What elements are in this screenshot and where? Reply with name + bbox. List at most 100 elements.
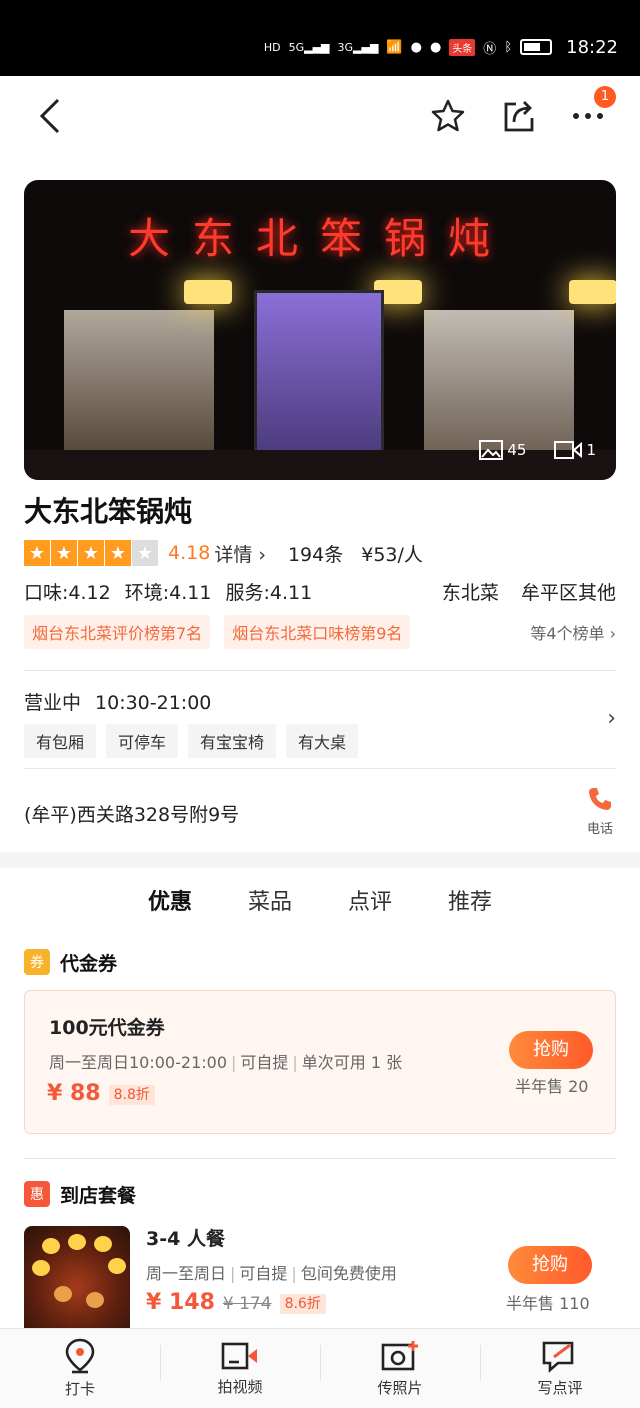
notification-badge: 1 bbox=[594, 86, 616, 108]
rating-score: 4.18 bbox=[168, 542, 211, 564]
photo-count[interactable]: 45 bbox=[479, 440, 526, 460]
media-counts: 45 1 bbox=[479, 440, 596, 460]
write-review-button[interactable]: 写点评 bbox=[480, 1329, 640, 1408]
voucher-section-title: 券 代金券 bbox=[24, 948, 117, 976]
section-separator bbox=[0, 852, 640, 868]
tab-recommend[interactable]: 推荐 bbox=[448, 884, 492, 924]
star-filled-icon: ★ bbox=[105, 540, 131, 566]
rankings-row[interactable]: 烟台东北菜评价榜第7名 烟台东北菜口味榜第9名 等4个榜单 › bbox=[24, 615, 616, 649]
rating-detail-link[interactable]: 详情 › bbox=[214, 540, 266, 567]
share-button[interactable] bbox=[496, 94, 540, 138]
section-title-text: 到店套餐 bbox=[60, 1184, 137, 1207]
add-photo-icon bbox=[381, 1341, 418, 1371]
tab-dishes[interactable]: 菜品 bbox=[248, 884, 292, 924]
tab-deals[interactable]: 优惠 bbox=[147, 884, 192, 924]
phone-icon bbox=[589, 788, 611, 810]
review-count: 194条 bbox=[287, 543, 344, 566]
image-icon bbox=[479, 440, 504, 460]
battery-icon bbox=[520, 39, 553, 55]
business-hours: 营业中 10:30-21:00 bbox=[24, 688, 225, 715]
shop-area: 牟平区其他 bbox=[520, 582, 616, 604]
facility-tag: 有宝宝椅 bbox=[188, 724, 277, 758]
voucher-card[interactable]: 100元代金券 周一至周日10:00-21:00 | 可自提 | 单次可用 1 张 ¥ … bbox=[24, 990, 616, 1134]
divider bbox=[24, 768, 616, 769]
share-icon bbox=[504, 101, 534, 132]
voucher-rules: 周一至周日10:00-21:00 | 可自提 | 单次可用 1 张 bbox=[49, 1053, 403, 1072]
facility-tag: 可停车 bbox=[106, 724, 179, 758]
more-dots-icon bbox=[573, 113, 603, 119]
ranking-tag[interactable]: 烟台东北菜评价榜第7名 bbox=[24, 615, 211, 649]
taste-score: 口味:4.12 bbox=[24, 582, 111, 604]
favorite-button[interactable] bbox=[426, 94, 470, 138]
star-rating: ★ ★ ★ ★ ★ bbox=[24, 540, 158, 566]
back-button[interactable] bbox=[28, 94, 72, 138]
signal-5g-icon: 5G▂▄▆ bbox=[288, 40, 330, 54]
discount-tag: 8.8折 bbox=[108, 1085, 155, 1105]
window-right bbox=[424, 310, 574, 450]
divider bbox=[24, 1158, 616, 1159]
shop-name: 大东北笨锅炖 bbox=[24, 495, 193, 528]
section-title-text: 代金券 bbox=[60, 952, 118, 975]
toutiao-icon: 头条 bbox=[449, 38, 476, 56]
checkin-button[interactable]: 打卡 bbox=[0, 1329, 160, 1408]
combo-rules: 周一至周日 | 可自提 | 包间免费使用 bbox=[146, 1264, 397, 1283]
combo-title[interactable]: 3-4 人餐 bbox=[146, 1224, 225, 1251]
shop-sign: 大东北笨锅炖 bbox=[127, 214, 512, 263]
star-filled-icon: ★ bbox=[51, 540, 77, 566]
video-count[interactable]: 1 bbox=[554, 440, 596, 460]
discount-tag: 8.6折 bbox=[279, 1294, 326, 1314]
shop-address[interactable]: (牟平)西关路328号附9号 bbox=[24, 800, 239, 827]
bottom-bar-label: 传照片 bbox=[377, 1379, 423, 1397]
combo-section-title: 惠 到店套餐 bbox=[24, 1180, 136, 1208]
hours-chevron-icon[interactable]: › bbox=[607, 706, 616, 731]
voucher-title: 100元代金券 bbox=[49, 1017, 165, 1039]
hd-indicator: HD bbox=[263, 40, 281, 54]
back-arrow-icon bbox=[39, 98, 60, 134]
phone-label: 电话 bbox=[586, 822, 613, 837]
star-filled-icon: ★ bbox=[78, 540, 104, 566]
shop-photo[interactable]: 大东北笨锅炖 45 1 bbox=[24, 180, 616, 480]
bottom-bar-label: 写点评 bbox=[537, 1379, 583, 1397]
voucher-buy-button[interactable]: 抢购 bbox=[509, 1031, 593, 1069]
phone-button[interactable]: 电话 bbox=[584, 786, 616, 837]
facility-tags: 有包厢 可停车 有宝宝椅 有大桌 bbox=[24, 724, 359, 758]
rating-row: ★ ★ ★ ★ ★ 4.18 详情 › 194条 ¥53/人 bbox=[24, 538, 423, 568]
star-outline-icon bbox=[431, 99, 465, 132]
facility-tag: 有包厢 bbox=[24, 724, 97, 758]
location-pin-icon bbox=[65, 1338, 95, 1374]
voucher-price: ¥ 88 8.8折 bbox=[47, 1081, 155, 1106]
signal-3g-icon: 3G▂▄▆ bbox=[337, 40, 379, 54]
status-icons: HD 5G▂▄▆ 3G▂▄▆ 📶 ● ● 头条 Ⓝ ᛒ 18:22 bbox=[264, 34, 618, 60]
status-bar: HD 5G▂▄▆ 3G▂▄▆ 📶 ● ● 头条 Ⓝ ᛒ 18:22 bbox=[0, 0, 640, 76]
divider bbox=[24, 670, 616, 671]
nfc-icon: Ⓝ bbox=[483, 41, 497, 57]
original-price: ¥ 174 bbox=[222, 1294, 272, 1314]
lamp bbox=[569, 280, 616, 304]
content-tabs: 优惠 菜品 点评 推荐 bbox=[0, 884, 640, 928]
combo-buy-button[interactable]: 抢购 bbox=[508, 1246, 592, 1284]
ranking-tag[interactable]: 烟台东北菜口味榜第9名 bbox=[224, 615, 411, 649]
nav-bar: 1 bbox=[0, 76, 640, 160]
star-empty-icon: ★ bbox=[132, 540, 158, 566]
video-icon bbox=[554, 441, 583, 459]
voucher-badge-icon: 券 bbox=[24, 949, 50, 975]
rankings-more-link[interactable]: 等4个榜单 › bbox=[530, 620, 616, 644]
wifi-icon: 📶 bbox=[386, 39, 403, 55]
bottom-bar-label: 拍视频 bbox=[217, 1378, 263, 1396]
tab-reviews[interactable]: 点评 bbox=[348, 884, 392, 924]
shop-door bbox=[254, 290, 384, 460]
upload-photo-button[interactable]: 传照片 bbox=[320, 1329, 480, 1408]
service-score: 服务:4.11 bbox=[225, 582, 313, 604]
shoot-video-button[interactable]: 拍视频 bbox=[160, 1329, 320, 1408]
cuisine-category: 东北菜 bbox=[441, 582, 499, 604]
combo-price: ¥ 148 ¥ 174 8.6折 bbox=[146, 1290, 326, 1315]
clock: 18:22 bbox=[566, 36, 618, 58]
open-status: 营业中 bbox=[24, 692, 82, 714]
wechat-icon: ● bbox=[410, 39, 422, 55]
video-camera-icon bbox=[221, 1342, 257, 1370]
hours-value: 10:30-21:00 bbox=[95, 692, 212, 714]
bluetooth-icon: ᛒ bbox=[504, 39, 513, 55]
write-review-icon bbox=[542, 1341, 574, 1373]
combo-dish-image[interactable] bbox=[24, 1226, 130, 1328]
combo-badge-icon: 惠 bbox=[24, 1181, 50, 1207]
